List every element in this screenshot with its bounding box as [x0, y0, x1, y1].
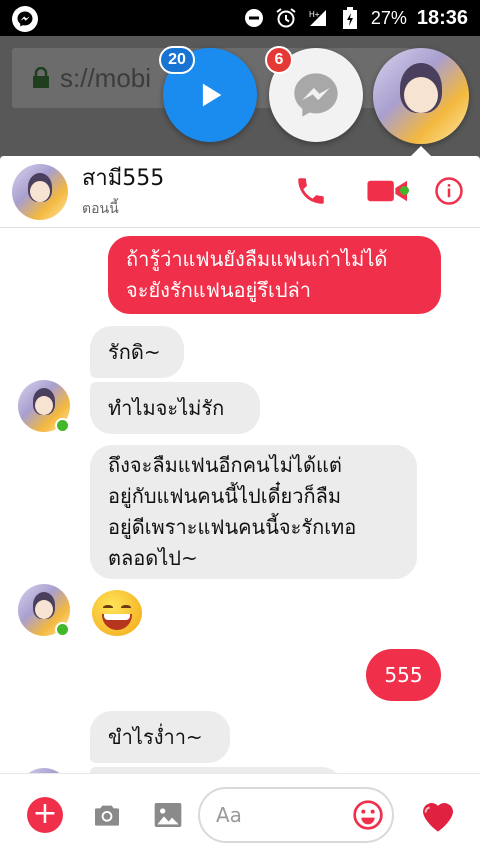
message-input[interactable] [216, 799, 346, 831]
info-icon[interactable] [434, 176, 464, 206]
play-icon [202, 83, 222, 107]
dnd-icon [243, 7, 265, 29]
unread-badge: 6 [265, 46, 293, 74]
messenger-icon [294, 73, 338, 117]
plus-icon[interactable]: + [27, 797, 63, 833]
online-indicator [55, 418, 70, 433]
online-indicator [55, 622, 70, 637]
message-line: 555 [384, 662, 423, 687]
avatar[interactable] [12, 164, 68, 220]
grinning-emoji[interactable] [92, 590, 142, 636]
contact-chathead[interactable] [373, 48, 469, 144]
message-line: อยู่กับแฟนคนนี้ไปเดี๋ยวก็ลืม [108, 484, 342, 508]
signal-icon: H+ [307, 7, 329, 29]
url-text: s://mobi [60, 62, 152, 93]
messenger-chathead[interactable]: 6 [265, 46, 363, 142]
contact-name[interactable]: สามี555 [82, 160, 164, 195]
phone-icon[interactable] [294, 174, 328, 208]
active-status: ตอนนี้ [82, 201, 119, 217]
conversation-header: สามี555 ตอนนี้ [0, 156, 480, 228]
message-line: ถ้ารู้ว่าแฟนยังลืมแฟนเก่าไม่ได้ [126, 247, 388, 271]
messenger-icon [12, 6, 38, 32]
message-line: อยู่ดีเพราะแฟนคนนี้จะรักเทอ [108, 515, 357, 539]
heart-icon[interactable] [418, 796, 458, 834]
video-chathead[interactable]: 20 [159, 46, 257, 142]
outgoing-message[interactable]: ถ้ารู้ว่าแฟนยังลืมแฟนเก่าไม่ได้ จะยังรัก… [108, 236, 441, 314]
online-indicator [400, 186, 409, 195]
message-line: รักดิ~ [108, 339, 161, 364]
incoming-message[interactable]: ขำไรง่ำา~ [90, 711, 230, 763]
chat-panel: สามี555 ตอนนี้ ถ้ารู้ว่าแฟนยังลืมแฟนเก่า… [0, 156, 480, 854]
message-composer: + [0, 773, 480, 854]
battery-level: 27% [370, 7, 407, 28]
incoming-message[interactable]: ทำไมจะไม่รัก [90, 382, 260, 434]
message-input-box[interactable] [198, 787, 394, 843]
emoji-icon[interactable] [352, 799, 384, 831]
status-bar: H+ 27% 18:36 [0, 0, 480, 36]
lock-icon [32, 66, 50, 89]
message-line: ขำไรง่ำา~ [108, 724, 203, 749]
message-list[interactable]: ถ้ารู้ว่าแฟนยังลืมแฟนเก่าไม่ได้ จะยังรัก… [0, 228, 480, 773]
message-line: ถึงจะลืมแฟนอีกคนไม่ได้แต่ [108, 453, 342, 477]
message-line: ทำไมจะไม่รัก [108, 395, 225, 420]
unread-badge: 20 [159, 46, 195, 74]
camera-icon[interactable] [91, 799, 123, 831]
svg-text:H+: H+ [309, 10, 320, 19]
clock: 18:36 [416, 6, 468, 29]
message-line: จะยังรักแฟนอยู่รึเปล่า [126, 278, 312, 302]
incoming-message[interactable]: รักดิ~ [90, 326, 184, 378]
battery-icon [339, 7, 361, 29]
outgoing-message[interactable]: 555 [366, 649, 441, 701]
incoming-message[interactable]: ถึงจะลืมแฟนอีกคนไม่ได้แต่ อยู่กับแฟนคนนี… [90, 445, 417, 579]
message-line: ตลอดไป~ [108, 546, 198, 570]
alarm-icon [275, 7, 297, 29]
image-icon[interactable] [152, 799, 184, 831]
